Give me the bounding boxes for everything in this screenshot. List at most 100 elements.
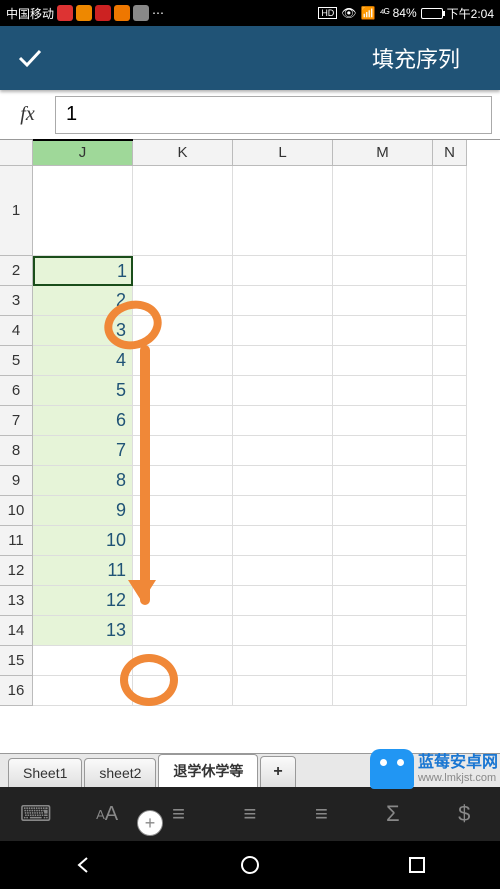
cell[interactable] (433, 616, 467, 646)
cell[interactable] (233, 316, 333, 346)
row-header[interactable]: 12 (0, 556, 33, 586)
cell[interactable] (433, 436, 467, 466)
spreadsheet[interactable]: J K L M N 121324354657687981091110121113… (0, 140, 500, 706)
cell[interactable] (133, 676, 233, 706)
row-header[interactable]: 7 (0, 406, 33, 436)
cell[interactable] (233, 616, 333, 646)
fill-handle[interactable]: + (137, 810, 163, 836)
font-button[interactable]: AA (87, 794, 127, 834)
cell[interactable] (333, 526, 433, 556)
cell[interactable] (133, 346, 233, 376)
cell[interactable]: 7 (33, 436, 133, 466)
cell[interactable] (133, 166, 233, 256)
cell[interactable] (333, 286, 433, 316)
cell[interactable] (433, 556, 467, 586)
col-header-m[interactable]: M (333, 140, 433, 166)
cell[interactable] (433, 676, 467, 706)
cell[interactable] (333, 586, 433, 616)
row-header[interactable]: 1 (0, 166, 33, 256)
col-header-j[interactable]: J (33, 140, 133, 166)
cell[interactable] (333, 616, 433, 646)
formula-input[interactable] (55, 96, 492, 134)
cell[interactable] (433, 166, 467, 256)
cell[interactable] (133, 556, 233, 586)
recent-button[interactable] (397, 845, 437, 885)
cell[interactable]: 4 (33, 346, 133, 376)
cell[interactable] (333, 556, 433, 586)
keyboard-button[interactable]: ⌨ (16, 794, 56, 834)
cell[interactable] (233, 376, 333, 406)
cell[interactable] (333, 256, 433, 286)
cell[interactable] (333, 436, 433, 466)
back-button[interactable] (63, 845, 103, 885)
cell[interactable] (333, 376, 433, 406)
row-header[interactable]: 9 (0, 466, 33, 496)
cell[interactable] (233, 496, 333, 526)
col-header-l[interactable]: L (233, 140, 333, 166)
cell[interactable] (233, 676, 333, 706)
fx-label[interactable]: fx (0, 103, 55, 126)
cell[interactable]: 6 (33, 406, 133, 436)
cell[interactable] (133, 286, 233, 316)
cell[interactable] (433, 586, 467, 616)
cell[interactable] (233, 586, 333, 616)
cell[interactable]: 11 (33, 556, 133, 586)
cell[interactable]: 12 (33, 586, 133, 616)
cell[interactable] (233, 256, 333, 286)
cell[interactable] (433, 646, 467, 676)
cell[interactable] (433, 376, 467, 406)
cell[interactable] (333, 316, 433, 346)
tab-current[interactable]: 退学休学等 (158, 754, 258, 787)
row-header[interactable]: 5 (0, 346, 33, 376)
cell[interactable] (233, 646, 333, 676)
cell[interactable] (133, 616, 233, 646)
cell[interactable] (133, 376, 233, 406)
row-header[interactable]: 10 (0, 496, 33, 526)
cell[interactable] (333, 646, 433, 676)
cell[interactable]: 9 (33, 496, 133, 526)
cell[interactable] (433, 526, 467, 556)
cell[interactable] (333, 466, 433, 496)
cell[interactable] (233, 346, 333, 376)
row-header[interactable]: 15 (0, 646, 33, 676)
cell[interactable] (333, 676, 433, 706)
cell[interactable] (133, 526, 233, 556)
cell[interactable] (333, 346, 433, 376)
row-header[interactable]: 2 (0, 256, 33, 286)
cell[interactable]: 8 (33, 466, 133, 496)
row-header[interactable]: 14 (0, 616, 33, 646)
align-center-button[interactable]: ≡ (230, 794, 270, 834)
row-header[interactable]: 6 (0, 376, 33, 406)
cell[interactable] (133, 496, 233, 526)
cell[interactable]: 2 (33, 286, 133, 316)
cell[interactable] (233, 556, 333, 586)
col-header-n[interactable]: N (433, 140, 467, 166)
cell[interactable] (233, 526, 333, 556)
add-sheet-button[interactable]: + (260, 756, 295, 787)
cell[interactable] (133, 646, 233, 676)
select-all-corner[interactable] (0, 140, 33, 166)
row-header[interactable]: 11 (0, 526, 33, 556)
cell[interactable] (233, 166, 333, 256)
cell[interactable] (333, 496, 433, 526)
cell[interactable] (233, 406, 333, 436)
row-header[interactable]: 4 (0, 316, 33, 346)
tab-sheet2[interactable]: sheet2 (84, 758, 156, 787)
align-left-button[interactable]: ≡ (159, 794, 199, 834)
row-header[interactable]: 3 (0, 286, 33, 316)
cell[interactable]: 10 (33, 526, 133, 556)
cell[interactable] (433, 256, 467, 286)
cell[interactable]: 1 (33, 256, 133, 286)
cell[interactable] (233, 286, 333, 316)
cell[interactable] (433, 346, 467, 376)
cell[interactable] (433, 406, 467, 436)
row-header[interactable]: 16 (0, 676, 33, 706)
cell[interactable] (133, 406, 233, 436)
col-header-k[interactable]: K (133, 140, 233, 166)
cell[interactable] (433, 316, 467, 346)
currency-button[interactable]: $ (444, 794, 484, 834)
cell[interactable] (433, 466, 467, 496)
row-header[interactable]: 13 (0, 586, 33, 616)
align-right-button[interactable]: ≡ (301, 794, 341, 834)
cell[interactable]: 3 (33, 316, 133, 346)
